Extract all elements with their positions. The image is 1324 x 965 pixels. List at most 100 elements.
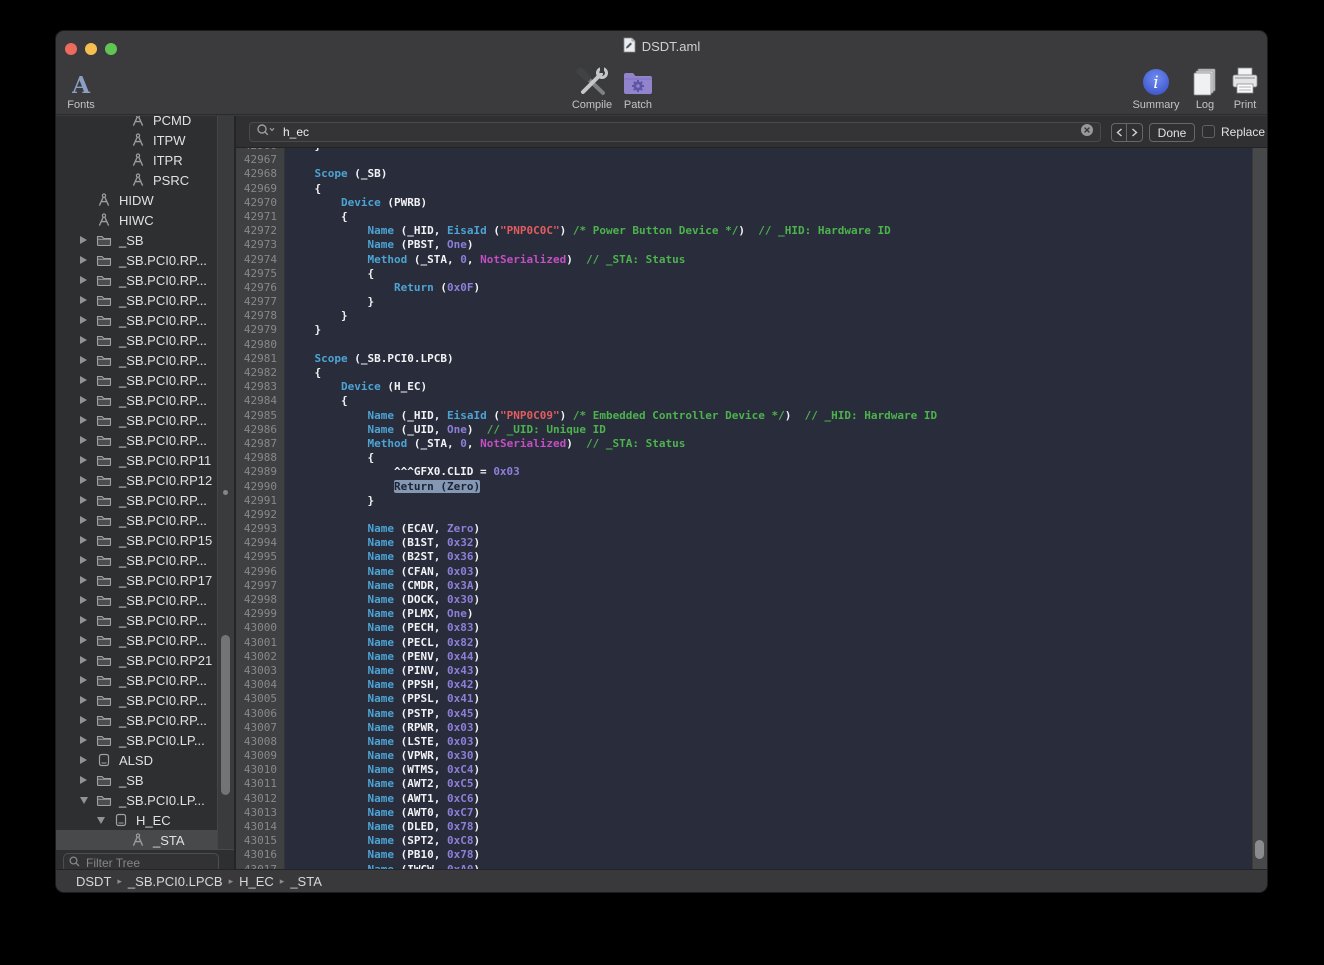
editor-scrollbar-thumb[interactable] bbox=[1255, 840, 1264, 859]
fonts-button[interactable]: A Fonts bbox=[55, 63, 113, 111]
tree-item-_sbpci0rp[interactable]: _SB.PCI0.RP... bbox=[56, 310, 234, 330]
replace-checkbox[interactable] bbox=[1202, 125, 1215, 138]
disclosure-collapsed-icon[interactable] bbox=[80, 396, 96, 404]
minimize-button[interactable] bbox=[85, 43, 97, 55]
tree-item-itpr[interactable]: ITPR bbox=[56, 150, 234, 170]
disclosure-collapsed-icon[interactable] bbox=[80, 516, 96, 524]
code-editor[interactable]: 42966 }4296742968 Scope (_SB)42969 {4297… bbox=[236, 148, 1267, 869]
disclosure-collapsed-icon[interactable] bbox=[80, 336, 96, 344]
code-line: 42995 Name (B2ST, 0x36) bbox=[236, 550, 1252, 564]
tree-item-_sbpci0rp[interactable]: _SB.PCI0.RP... bbox=[56, 690, 234, 710]
disclosure-collapsed-icon[interactable] bbox=[80, 716, 96, 724]
disclosure-collapsed-icon[interactable] bbox=[80, 296, 96, 304]
editor-scrollbar-track[interactable] bbox=[1252, 148, 1267, 869]
tree-item-_sbpci0rp[interactable]: _SB.PCI0.RP... bbox=[56, 710, 234, 730]
tree-item-_sbpci0rp17[interactable]: _SB.PCI0.RP17 bbox=[56, 570, 234, 590]
tree-item-_sbpci0rp[interactable]: _SB.PCI0.RP... bbox=[56, 590, 234, 610]
filter-tree-field[interactable] bbox=[63, 853, 219, 869]
code-line: 42990 Return (Zero) bbox=[236, 480, 1252, 494]
done-button[interactable]: Done bbox=[1149, 123, 1195, 142]
breadcrumb-part[interactable]: _SB.PCI0.LPCB bbox=[128, 874, 223, 889]
disclosure-expanded-icon[interactable] bbox=[80, 797, 96, 804]
tree-item-itpw[interactable]: ITPW bbox=[56, 130, 234, 150]
disclosure-collapsed-icon[interactable] bbox=[80, 316, 96, 324]
disclosure-collapsed-icon[interactable] bbox=[80, 676, 96, 684]
code-line: 42997 Name (CMDR, 0x3A) bbox=[236, 579, 1252, 593]
tree-item-_sbpci0lp[interactable]: _SB.PCI0.LP... bbox=[56, 790, 234, 810]
tree-item-label: _SB.PCI0.RP... bbox=[119, 613, 207, 628]
disclosure-collapsed-icon[interactable] bbox=[80, 616, 96, 624]
clear-search-icon[interactable] bbox=[1080, 123, 1094, 142]
tree-item-_sbpci0rp[interactable]: _SB.PCI0.RP... bbox=[56, 490, 234, 510]
disclosure-collapsed-icon[interactable] bbox=[80, 736, 96, 744]
breadcrumb-part[interactable]: DSDT bbox=[76, 874, 111, 889]
tree-item-_sb[interactable]: _SB bbox=[56, 770, 234, 790]
tree-item-_sbpci0rp[interactable]: _SB.PCI0.RP... bbox=[56, 350, 234, 370]
tree-item-_sbpci0rp[interactable]: _SB.PCI0.RP... bbox=[56, 510, 234, 530]
disclosure-collapsed-icon[interactable] bbox=[80, 756, 96, 764]
tree-item-_sta[interactable]: _STA bbox=[56, 830, 234, 850]
tree-item-_sbpci0rp[interactable]: _SB.PCI0.RP... bbox=[56, 390, 234, 410]
code-line: 43001 Name (PECL, 0x82) bbox=[236, 636, 1252, 650]
find-field[interactable] bbox=[249, 122, 1101, 142]
tree-item-_sbpci0rp[interactable]: _SB.PCI0.RP... bbox=[56, 630, 234, 650]
tree-item-_sbpci0rp[interactable]: _SB.PCI0.RP... bbox=[56, 550, 234, 570]
tree-item-_sbpci0rp[interactable]: _SB.PCI0.RP... bbox=[56, 250, 234, 270]
tree-item-_sbpci0rp15[interactable]: _SB.PCI0.RP15 bbox=[56, 530, 234, 550]
tree-item-pcmd[interactable]: PCMD bbox=[56, 116, 234, 130]
disclosure-collapsed-icon[interactable] bbox=[80, 636, 96, 644]
tree-item-hiwc[interactable]: HIWC bbox=[56, 210, 234, 230]
tree-item-_sbpci0rp[interactable]: _SB.PCI0.RP... bbox=[56, 290, 234, 310]
disclosure-collapsed-icon[interactable] bbox=[80, 256, 96, 264]
tree-item-psrc[interactable]: PSRC bbox=[56, 170, 234, 190]
disclosure-collapsed-icon[interactable] bbox=[80, 276, 96, 284]
find-next-button[interactable] bbox=[1127, 124, 1142, 141]
code-line: 43013 Name (AWT0, 0xC7) bbox=[236, 806, 1252, 820]
disclosure-collapsed-icon[interactable] bbox=[80, 776, 96, 784]
tree-item-_sbpci0rp[interactable]: _SB.PCI0.RP... bbox=[56, 430, 234, 450]
tree-item-alsd[interactable]: ALSD bbox=[56, 750, 234, 770]
disclosure-collapsed-icon[interactable] bbox=[80, 476, 96, 484]
disclosure-collapsed-icon[interactable] bbox=[80, 496, 96, 504]
folder-icon bbox=[96, 433, 112, 447]
search-menu-icon[interactable] bbox=[256, 123, 276, 142]
find-previous-button[interactable] bbox=[1112, 124, 1127, 141]
tree-item-_sbpci0rp[interactable]: _SB.PCI0.RP... bbox=[56, 370, 234, 390]
tree-item-_sbpci0rp[interactable]: _SB.PCI0.RP... bbox=[56, 330, 234, 350]
print-button[interactable]: Print bbox=[1213, 63, 1268, 111]
line-number: 42994 bbox=[236, 536, 281, 550]
disclosure-collapsed-icon[interactable] bbox=[80, 696, 96, 704]
tree-item-_sbpci0rp21[interactable]: _SB.PCI0.RP21 bbox=[56, 650, 234, 670]
filter-tree-input[interactable] bbox=[84, 855, 204, 870]
tree-item-_sb[interactable]: _SB bbox=[56, 230, 234, 250]
disclosure-collapsed-icon[interactable] bbox=[80, 456, 96, 464]
tree-item-h_ec[interactable]: H_EC bbox=[56, 810, 234, 830]
tree-item-_sbpci0rp[interactable]: _SB.PCI0.RP... bbox=[56, 610, 234, 630]
disclosure-collapsed-icon[interactable] bbox=[80, 596, 96, 604]
tree-item-_sbpci0rp[interactable]: _SB.PCI0.RP... bbox=[56, 670, 234, 690]
tree-item-label: _SB.PCI0.RP... bbox=[119, 513, 207, 528]
disclosure-collapsed-icon[interactable] bbox=[80, 356, 96, 364]
find-input[interactable] bbox=[281, 124, 1075, 140]
disclosure-collapsed-icon[interactable] bbox=[80, 656, 96, 664]
disclosure-collapsed-icon[interactable] bbox=[80, 236, 96, 244]
disclosure-collapsed-icon[interactable] bbox=[80, 556, 96, 564]
disclosure-collapsed-icon[interactable] bbox=[80, 576, 96, 584]
zoom-button[interactable] bbox=[105, 43, 117, 55]
patch-button[interactable]: Patch bbox=[606, 63, 670, 111]
close-button[interactable] bbox=[65, 43, 77, 55]
breadcrumb-part[interactable]: H_EC bbox=[239, 874, 274, 889]
sidebar-scrollbar-thumb[interactable] bbox=[221, 635, 230, 795]
tree-item-_sbpci0rp11[interactable]: _SB.PCI0.RP11 bbox=[56, 450, 234, 470]
disclosure-collapsed-icon[interactable] bbox=[80, 376, 96, 384]
disclosure-collapsed-icon[interactable] bbox=[80, 436, 96, 444]
tree-item-_sbpci0rp[interactable]: _SB.PCI0.RP... bbox=[56, 410, 234, 430]
tree-item-_sbpci0rp[interactable]: _SB.PCI0.RP... bbox=[56, 270, 234, 290]
tree-item-_sbpci0rp12[interactable]: _SB.PCI0.RP12 bbox=[56, 470, 234, 490]
tree-item-_sbpci0lp[interactable]: _SB.PCI0.LP... bbox=[56, 730, 234, 750]
disclosure-collapsed-icon[interactable] bbox=[80, 416, 96, 424]
breadcrumb-part[interactable]: _STA bbox=[290, 874, 322, 889]
disclosure-collapsed-icon[interactable] bbox=[80, 536, 96, 544]
disclosure-expanded-icon[interactable] bbox=[97, 817, 113, 824]
tree-item-hidw[interactable]: HIDW bbox=[56, 190, 234, 210]
